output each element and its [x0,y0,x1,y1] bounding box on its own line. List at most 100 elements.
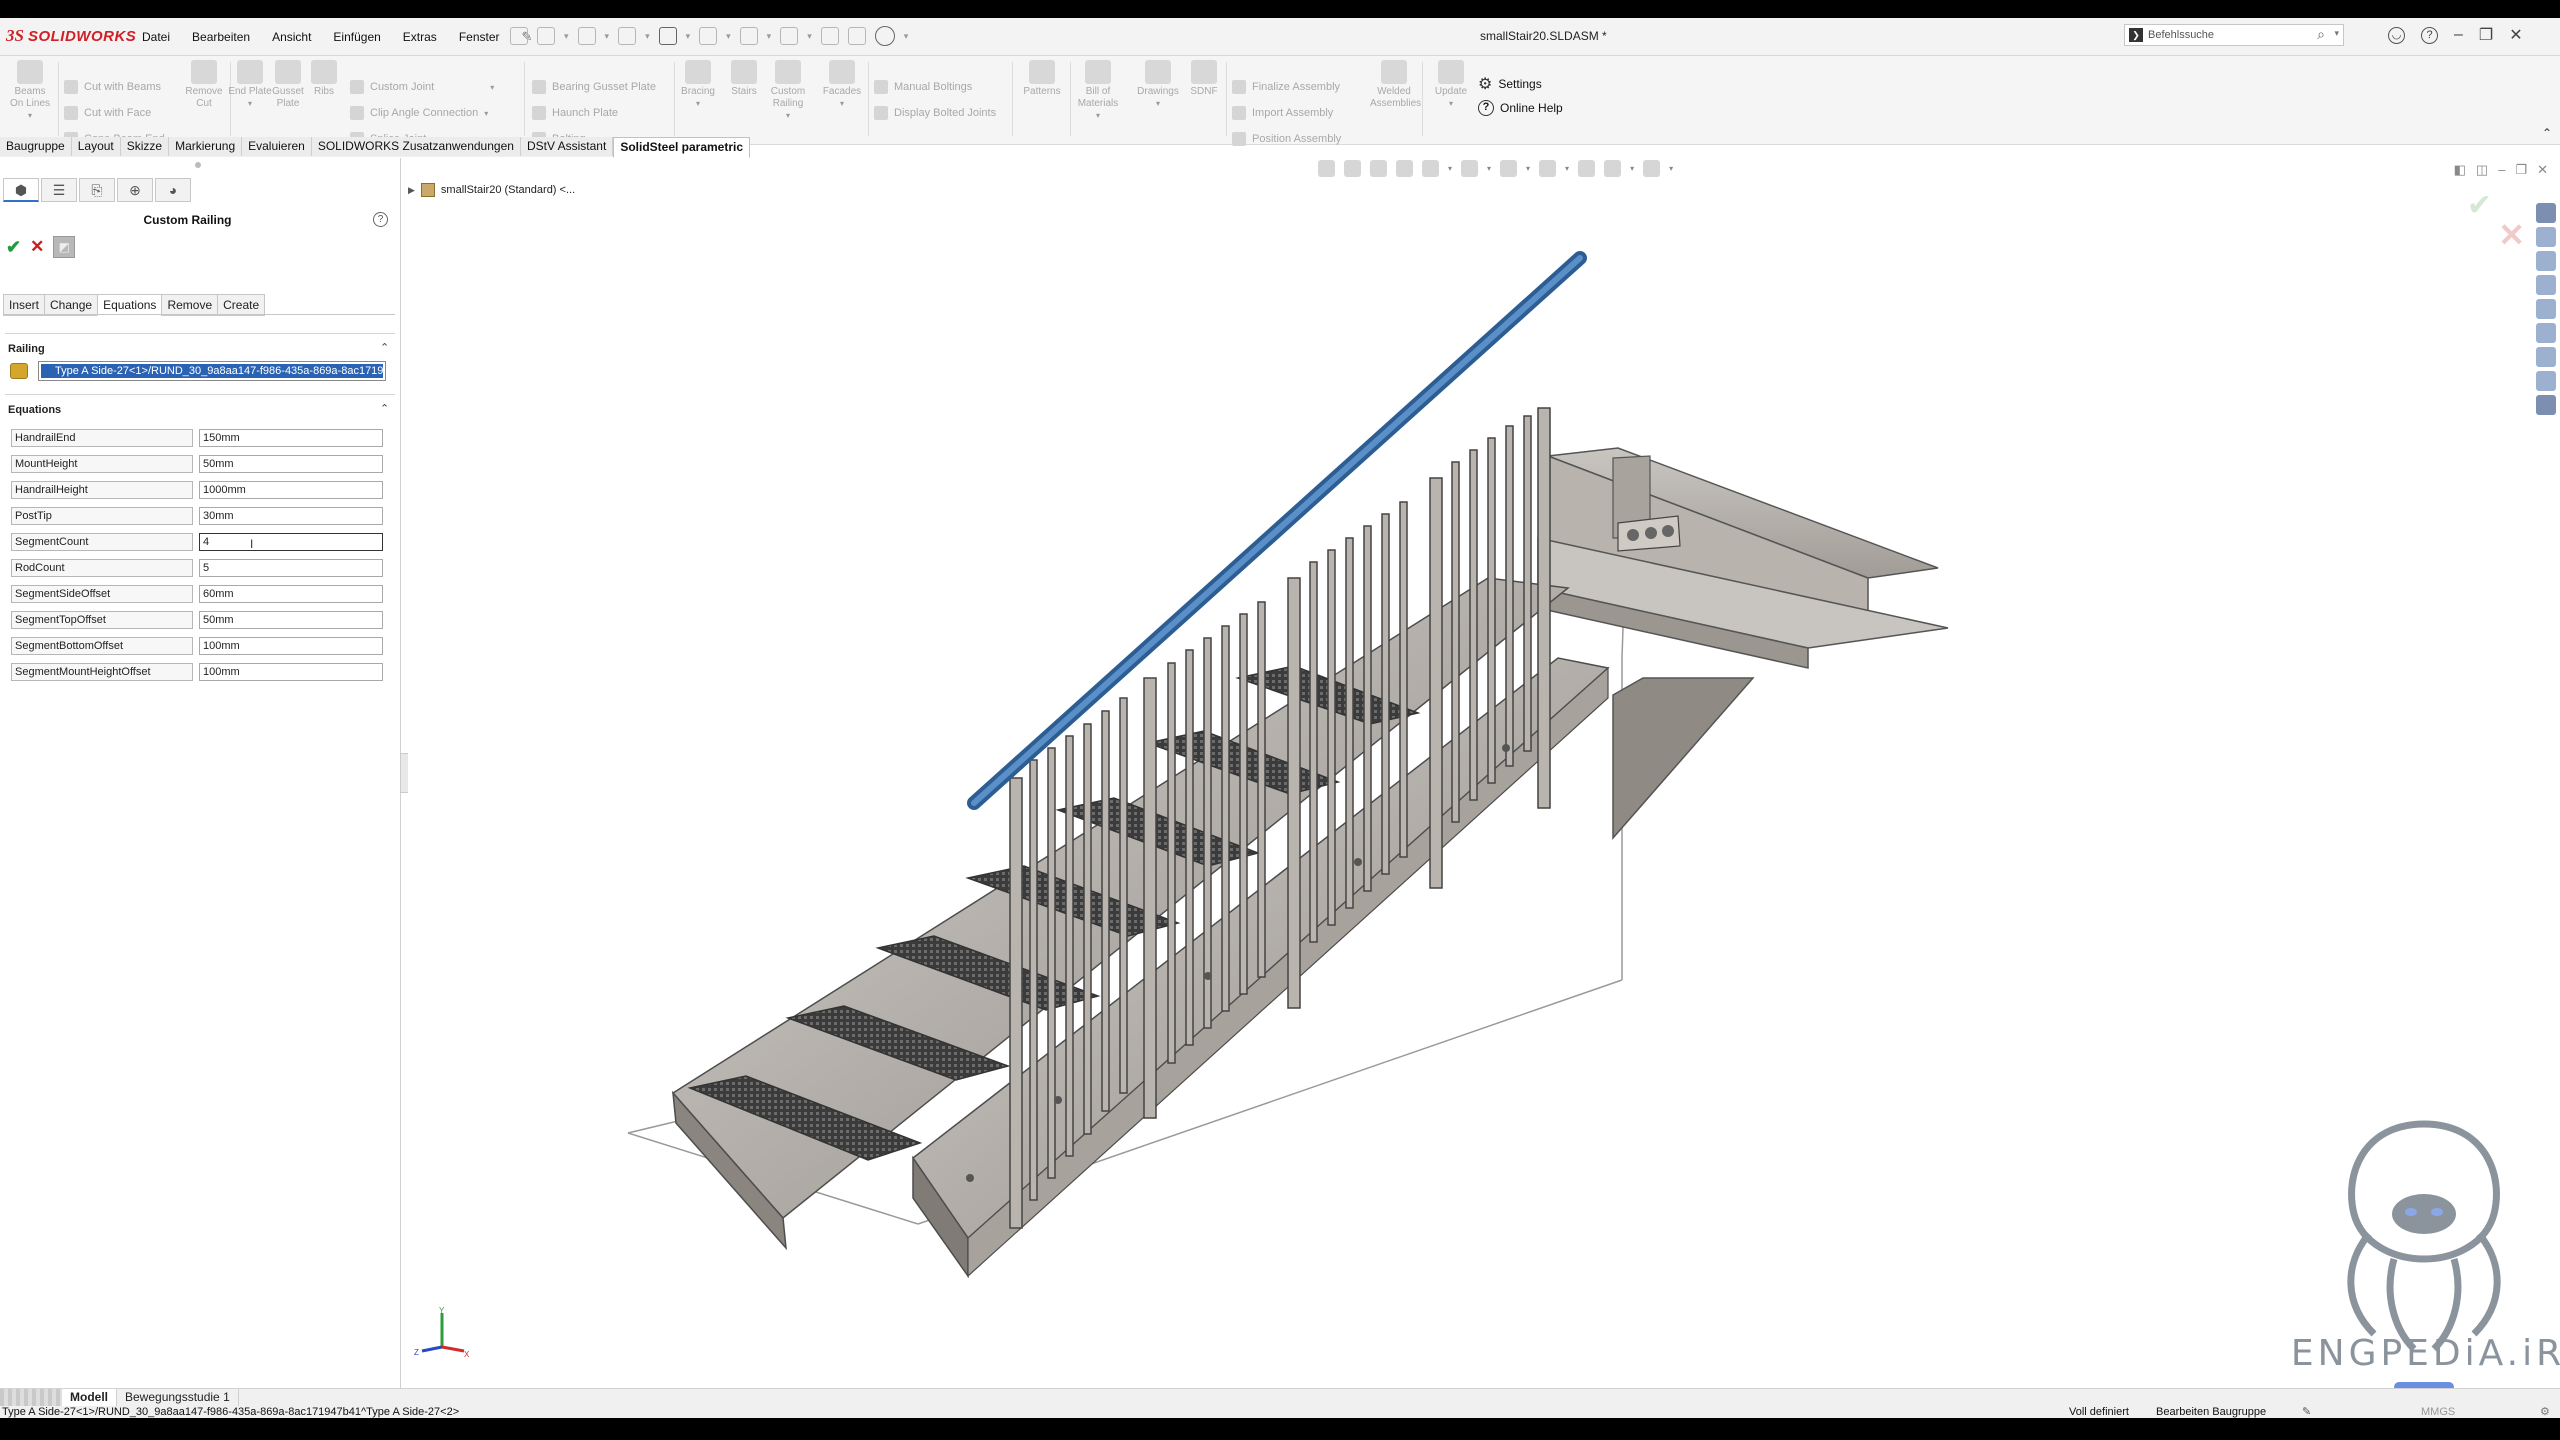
save-icon[interactable] [618,27,637,45]
equation-value-field[interactable]: 5 [199,559,383,577]
subtab-insert[interactable]: Insert [3,294,46,316]
cancel-x-icon[interactable]: ✕ [30,237,44,257]
staircase-3d-model[interactable] [408,158,2560,1399]
tab-layout[interactable]: Layout [71,137,121,156]
solidworks-logo[interactable]: 3S SOLIDWORKS [6,26,136,46]
bracing-button[interactable]: Bracing ▾ [676,56,720,110]
search-icon[interactable]: ⌕ [2317,26,2325,43]
tab-modell[interactable]: Modell [62,1389,117,1406]
clip-angle-connection-button[interactable]: Clip Angle Connection ▾ [350,104,488,122]
search-input[interactable]: Befehlssuche [2148,29,2214,41]
subtab-remove[interactable]: Remove [161,294,219,316]
configurationmanager-tab-icon[interactable]: ⎘ [79,178,115,202]
cut-with-beams-button[interactable]: Cut with Beams [64,78,161,96]
restore-icon[interactable]: ❐ [2479,25,2493,45]
help-icon[interactable]: ? [373,212,388,227]
chevron-down-icon[interactable]: ▾ [766,110,810,122]
help-icon[interactable]: ? [2421,26,2438,44]
propertymanager-tab-icon[interactable]: ☰ [41,178,77,202]
subtab-change[interactable]: Change [44,294,99,316]
undo-icon[interactable] [699,27,718,45]
minimize-icon[interactable]: – [2454,26,2463,44]
finalize-assembly-button[interactable]: Finalize Assembly [1232,78,1340,96]
equation-value-field[interactable]: 1000mm [199,481,383,499]
menu-bearbeiten[interactable]: Bearbeiten [190,28,252,46]
chevron-down-icon[interactable]: ▾ [1076,110,1120,122]
preview-icon[interactable]: ◩ [53,236,76,258]
close-icon[interactable]: ✕ [2509,25,2522,45]
menu-datei[interactable]: Datei [140,28,172,46]
file-properties-icon[interactable] [847,27,866,45]
menu-extras[interactable]: Extras [401,28,439,46]
equation-value-field[interactable]: 50mm [199,455,383,473]
menu-ansicht[interactable]: Ansicht [270,28,313,46]
command-search[interactable]: ❯ Befehlssuche ⌕ ▾ [2124,24,2344,46]
manual-boltings-button[interactable]: Manual Boltings [874,78,972,96]
chevron-down-icon[interactable]: ▾ [676,98,720,110]
railing-selection-box[interactable]: Type A Side-27<1>/RUND_30_9a8aa147-f986-… [38,361,386,381]
remove-cut-button[interactable]: Remove Cut [182,56,226,110]
featuremanager-tab-icon[interactable]: ⬢ [3,178,39,202]
open-icon[interactable] [577,27,596,45]
ribs-button[interactable]: Ribs [306,56,342,98]
position-assembly-button[interactable]: Position Assembly [1232,130,1341,148]
drawings-button[interactable]: Drawings ▾ [1136,56,1180,110]
print-icon[interactable] [658,27,677,45]
collapse-equations-icon[interactable]: ⌃ [380,402,389,415]
collapse-ribbon-icon[interactable]: ⌃ [2542,126,2552,140]
tab-baugruppe[interactable]: Baugruppe [0,137,72,156]
chevron-down-icon[interactable]: ▾ [490,83,494,92]
landing-beams[interactable] [1537,447,1949,840]
tab-markierung[interactable]: Markierung [169,137,243,156]
tab-skizze[interactable]: Skizze [120,137,170,156]
equation-value-field[interactable]: 4 I [199,533,383,551]
chevron-down-icon[interactable]: ▾ [8,110,52,122]
tab-zusatzanwendungen[interactable]: SOLIDWORKS Zusatzanwendungen [311,137,521,156]
graphics-area[interactable]: ▶ smallStair20 (Standard) <... ▾ ▾ ▾ ▾ ▾… [408,158,2560,1399]
stairs-button[interactable]: Stairs [722,56,766,98]
facades-button[interactable]: Facades ▾ [820,56,864,110]
tab-dstv-assistant[interactable]: DStV Assistant [520,137,614,156]
equation-value-field[interactable]: 60mm [199,585,383,603]
welded-assemblies-button[interactable]: Welded Assemblies [1370,56,1421,110]
rebuild-icon[interactable] [820,27,839,45]
chevron-down-icon[interactable]: ▾ [2334,28,2339,39]
select-icon[interactable] [780,27,799,45]
custom-joint-button[interactable]: Custom Joint ▾ [350,78,494,96]
tab-evaluieren[interactable]: Evaluieren [242,137,312,156]
bill-of-materials-button[interactable]: Bill of Materials ▾ [1076,56,1120,122]
menu-fenster[interactable]: Fenster [457,28,502,46]
new-document-icon[interactable] [537,27,555,45]
equation-value-field[interactable]: 100mm [199,637,383,655]
haunch-plate-button[interactable]: Haunch Plate [532,104,618,122]
subtab-equations[interactable]: Equations [97,294,163,316]
online-help-button[interactable]: ? Online Help [1478,100,1563,116]
beams-on-lines-button[interactable]: Beams On Lines ▾ [8,56,52,122]
custom-railing-button[interactable]: Custom Railing ▾ [766,56,810,122]
update-button[interactable]: Update ▾ [1428,56,1474,110]
equation-value-field[interactable]: 150mm [199,429,383,447]
status-units[interactable]: MMGS [2421,1406,2455,1418]
tab-bewegungsstudie[interactable]: Bewegungsstudie 1 [117,1389,239,1406]
rebuild-status-icon[interactable]: ✎ [2302,1406,2311,1418]
bearing-gusset-plate-button[interactable]: Bearing Gusset Plate [532,78,656,96]
display-bolted-joints-button[interactable]: Display Bolted Joints [874,104,996,122]
redo-icon[interactable] [739,27,758,45]
subtab-create[interactable]: Create [217,294,266,316]
dimxpert-tab-icon[interactable]: ⊕ [117,178,153,202]
chevron-down-icon[interactable]: ▾ [1136,98,1180,110]
collapse-railing-icon[interactable]: ⌃ [380,341,389,354]
sdnf-button[interactable]: SDNF [1184,56,1224,98]
gusset-plate-button[interactable]: Gusset Plate [266,56,310,110]
ok-check-icon[interactable]: ✔ [6,237,21,258]
user-account-icon[interactable]: ◡ [2388,26,2405,44]
chevron-down-icon[interactable]: ▾ [820,98,864,110]
import-assembly-button[interactable]: Import Assembly [1232,104,1333,122]
customize-icon[interactable]: ⚙ [2540,1406,2550,1418]
menu-einfuegen[interactable]: Einfügen [331,28,382,46]
options-gear-icon[interactable] [874,26,895,46]
equation-value-field[interactable]: 30mm [199,507,383,525]
chevron-down-icon[interactable]: ▾ [1428,98,1474,110]
home-icon[interactable] [510,27,528,45]
equation-value-field[interactable]: 100mm [199,663,383,681]
